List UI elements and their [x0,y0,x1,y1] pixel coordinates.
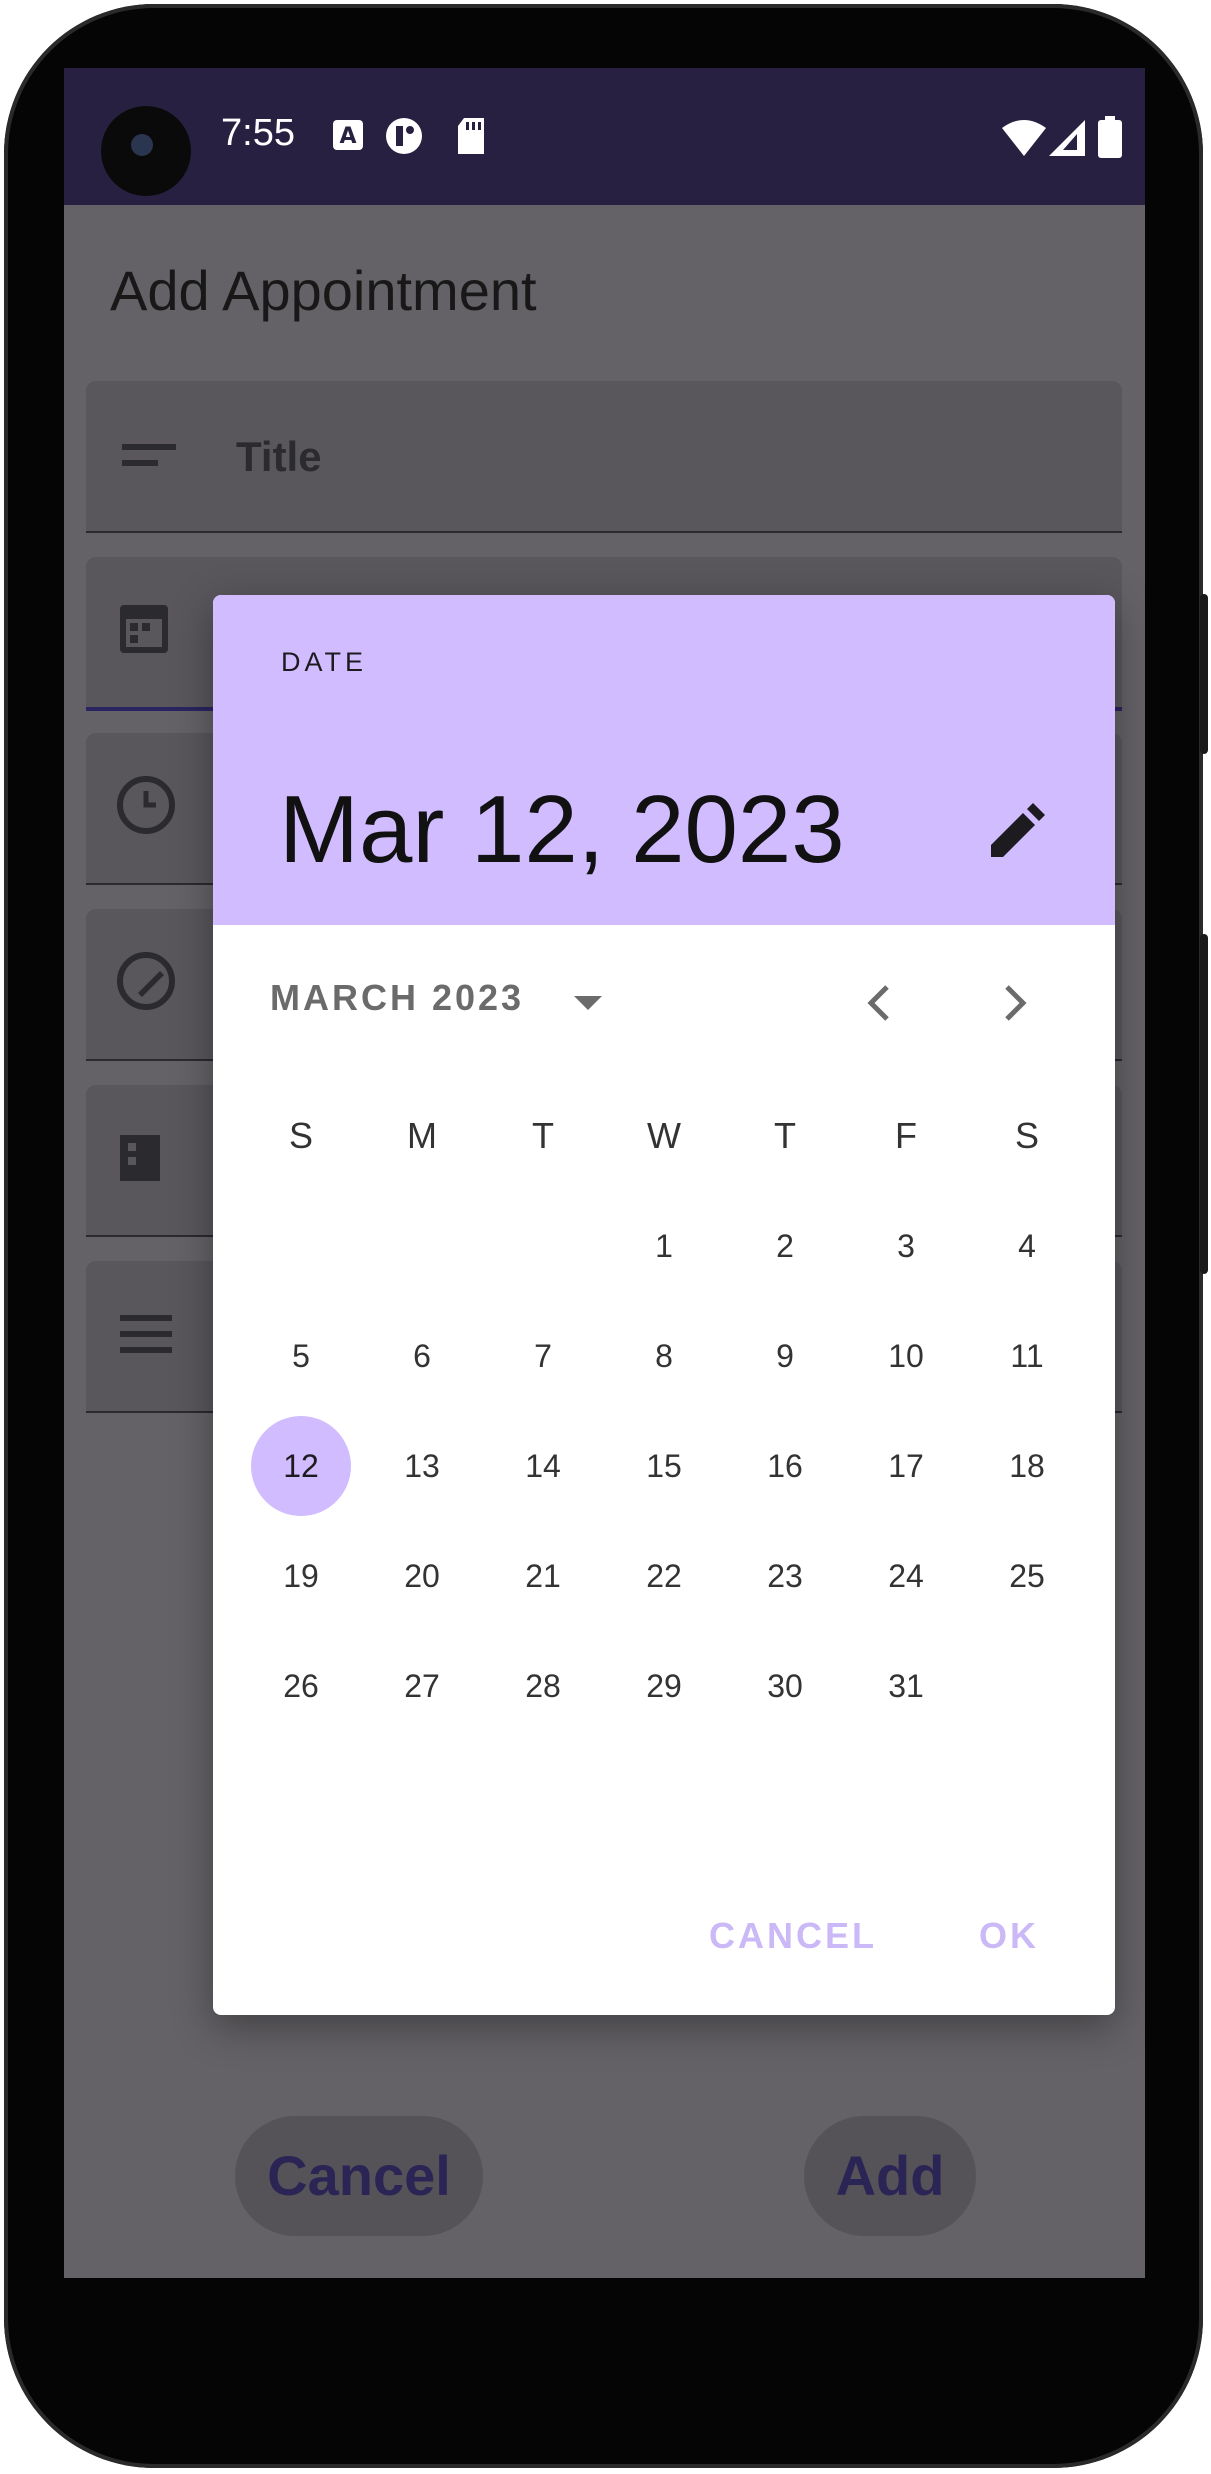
cancel-button[interactable]: Cancel [235,2116,483,2236]
palette-icon [117,952,175,1010]
calendar-day[interactable]: 8 [614,1306,714,1406]
signal-icon [1049,120,1085,156]
font-icon: A [333,120,363,150]
title-field[interactable]: Title [86,381,1122,533]
volume-button [1200,934,1208,1274]
calendar-day[interactable]: 30 [735,1636,835,1736]
circle-status-icon [386,118,422,154]
dialog-cancel-button[interactable]: CANCEL [709,1915,877,1957]
calendar-day[interactable]: 14 [493,1416,593,1516]
calendar-day[interactable]: 27 [372,1636,472,1736]
calendar-day[interactable]: 4 [977,1196,1077,1296]
calendar-day[interactable]: 5 [251,1306,351,1406]
calendar-day[interactable]: 3 [856,1196,956,1296]
calendar-day[interactable]: 17 [856,1416,956,1516]
calendar-day[interactable]: 7 [493,1306,593,1406]
date-picker-dialog: DATE Mar 12, 2023 MARCH 2023 SMTWTFS1234… [213,595,1115,2015]
calendar-day[interactable]: 26 [251,1636,351,1736]
calendar-day[interactable]: 15 [614,1416,714,1516]
calendar-day[interactable]: 16 [735,1416,835,1516]
calendar-day[interactable]: 21 [493,1526,593,1626]
power-button [1200,594,1208,754]
calendar-day[interactable]: 19 [251,1526,351,1626]
calendar-day[interactable]: 25 [977,1526,1077,1626]
calendar-day[interactable]: 23 [735,1526,835,1626]
selected-day[interactable]: 12 [251,1416,351,1516]
calendar-day[interactable]: 29 [614,1636,714,1736]
clock-icon [117,776,175,834]
weekday-header: W [647,1115,681,1156]
calendar-day[interactable]: 20 [372,1526,472,1626]
add-button[interactable]: Add [804,2116,976,2236]
dialog-ok-button[interactable]: OK [979,1915,1039,1957]
calendar-day[interactable]: 22 [614,1526,714,1626]
calendar-day[interactable]: 24 [856,1526,956,1626]
calendar-grid: S M T W T F S 1 2 3 4 5 6 7 8 9 10 11 12 13 14 15 16 17 18 19 20 21… [213,595,1115,2015]
weekday-header: M [407,1115,437,1156]
weekday-header: T [774,1115,796,1156]
calendar-day[interactable]: 28 [493,1636,593,1736]
battery-icon [1098,116,1122,158]
title-field-label: Title [236,433,322,480]
weekday-header: T [532,1115,554,1156]
notes-icon [120,1315,172,1353]
calendar-day[interactable]: 10 [856,1306,956,1406]
calendar-day[interactable]: 9 [735,1306,835,1406]
weekday-header: F [895,1115,917,1156]
calendar-day[interactable]: 31 [856,1636,956,1736]
page-title: Add Appointment [110,259,537,322]
front-camera [101,106,191,196]
wifi-icon [1002,120,1046,156]
calendar-day[interactable]: 2 [735,1196,835,1296]
weekday-header: S [288,1115,313,1156]
building-icon [120,1135,160,1181]
calendar-day[interactable]: 13 [372,1416,472,1516]
calendar-day[interactable]: 1 [614,1196,714,1296]
phone-frame: 7:55 A Add Appointment Title Cancel Add … [4,4,1208,2468]
calendar-day[interactable]: 18 [977,1416,1077,1516]
calendar-day[interactable]: 6 [372,1306,472,1406]
status-bar: 7:55 A [64,68,1145,205]
svg-text:A: A [339,124,356,149]
text-lines-icon [122,444,176,466]
status-time: 7:55 [221,112,295,154]
screen: 7:55 A Add Appointment Title Cancel Add … [64,68,1145,2278]
calendar-icon [120,605,168,653]
weekday-header: S [1014,1115,1039,1156]
calendar-day[interactable]: 11 [977,1306,1077,1406]
sd-card-icon [458,118,484,154]
